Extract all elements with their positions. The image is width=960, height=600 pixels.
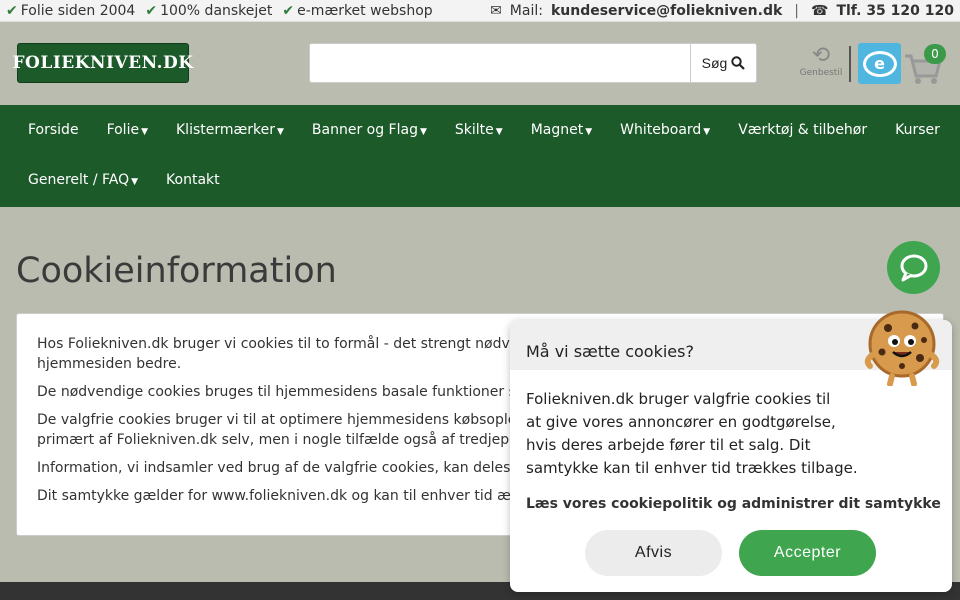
- mail-label: Mail:: [509, 2, 543, 19]
- nav-row: Generelt / FAQ ▼ Kontakt: [0, 155, 960, 205]
- chat-button[interactable]: [887, 241, 940, 294]
- nav-item-whiteboard[interactable]: Whiteboard ▼: [606, 122, 724, 138]
- nav-item-generelt-faq[interactable]: Generelt / FAQ ▼: [14, 172, 152, 188]
- nav-item-magnet[interactable]: Magnet ▼: [517, 122, 606, 138]
- nav-row: Forside Folie ▼ Klistermærker ▼ Banner og Fla…: [0, 105, 960, 155]
- header-divider: [849, 46, 851, 82]
- reorder-button[interactable]: ⟲ Genbestil: [797, 43, 845, 79]
- mail-icon: ✉: [490, 2, 502, 19]
- nav-item-label: Magnet: [530, 122, 584, 138]
- caret-down-icon: ▼: [703, 127, 711, 137]
- caret-down-icon: ▼: [419, 127, 427, 137]
- site-logo[interactable]: FOLIEKNIVEN.DK: [12, 43, 193, 83]
- nav-item-kurser[interactable]: Kurser: [881, 122, 954, 138]
- caret-down-icon: ▼: [585, 127, 593, 137]
- caret-down-icon: ▼: [276, 127, 284, 137]
- nav-item-værktøj-tilbehør[interactable]: Værktøj & tilbehør: [724, 122, 881, 138]
- nav-item-label: Whiteboard: [620, 122, 702, 138]
- nav-item-label: Banner og Flag: [311, 122, 418, 138]
- nav-item-banner-og-flag[interactable]: Banner og Flag ▼: [298, 122, 441, 138]
- search-icon: [731, 56, 746, 70]
- emark-icon: e: [862, 50, 897, 77]
- caret-down-icon: ▼: [131, 177, 139, 187]
- caret-down-icon: ▼: [495, 127, 503, 137]
- nav-item-label: Generelt / FAQ: [28, 172, 130, 188]
- cookie-dialog-body: Foliekniven.dk bruger valgfrie cookies t…: [526, 390, 858, 477]
- cookie-mascot-icon: [864, 310, 940, 386]
- search-button[interactable]: Søg: [690, 44, 756, 82]
- page-title: Cookieinformation: [16, 251, 337, 291]
- nav-item-kontakt[interactable]: Kontakt: [152, 172, 234, 188]
- nav-item-label: Værktøj & tilbehør: [738, 122, 868, 138]
- emark-badge[interactable]: e: [858, 43, 901, 84]
- nav-item-label: Forside: [28, 122, 79, 138]
- main-navigation: Forside Folie ▼ Klistermærker ▼ Banner og Fla…: [0, 105, 960, 207]
- search-button-label: Søg: [701, 55, 728, 71]
- contact-divider: |: [794, 2, 799, 19]
- cookie-buttons: Afvis Accepter: [585, 530, 876, 576]
- cart-count-badge: 0: [924, 44, 946, 64]
- nav-item-label: Kurser: [895, 122, 940, 138]
- checkmark-icon: ✔: [145, 2, 158, 19]
- nav-item-skilte[interactable]: Skilte ▼: [441, 122, 517, 138]
- nav-item-label: Folie: [106, 122, 140, 138]
- contact-info: ✉ Mail: kundeservice@foliekniven.dk | ☎ …: [490, 3, 954, 19]
- checkmark-icon: ✔: [282, 2, 295, 19]
- usp-item: ✔ Folie siden 2004: [6, 2, 136, 19]
- nav-item-klistermærker[interactable]: Klistermærker ▼: [162, 122, 298, 138]
- usp-item: ✔ e-mærket webshop: [282, 2, 433, 19]
- reorder-icon: ⟲: [811, 43, 831, 68]
- chat-icon: [900, 254, 927, 281]
- nav-item-label: Kontakt: [166, 172, 220, 188]
- nav-item-folie[interactable]: Folie ▼: [93, 122, 162, 138]
- caret-down-icon: ▼: [141, 127, 148, 137]
- phone-icon: ☎: [811, 2, 829, 19]
- reorder-label: Genbestil: [799, 68, 843, 78]
- site-header: FOLIEKNIVEN.DK Søg ⟲ Genbestil e 0: [0, 22, 960, 106]
- checkmark-icon: ✔: [6, 2, 18, 19]
- decline-button[interactable]: Afvis: [585, 530, 722, 576]
- nav-item-label: Klistermærker: [176, 122, 275, 138]
- top-info-bar: ✔ Folie siden 2004 ✔ 100% danskejet ✔ e-mær…: [0, 0, 960, 22]
- search-input[interactable]: [310, 44, 690, 82]
- search-bar: Søg: [309, 43, 757, 83]
- accept-button[interactable]: Accepter: [739, 530, 876, 576]
- usp-list: ✔ Folie siden 2004 ✔ 100% danskejet ✔ e-mær…: [6, 3, 433, 19]
- nav-item-forside[interactable]: Forside: [14, 122, 93, 138]
- nav-item-label: Skilte: [454, 122, 494, 138]
- mail-link[interactable]: kundeservice@foliekniven.dk: [551, 3, 782, 19]
- cookie-policy-link[interactable]: Læs vores cookiepolitik og administrer d…: [510, 480, 952, 512]
- phone-link[interactable]: Tlf. 35 120 120: [836, 3, 954, 19]
- usp-item: ✔ 100% danskejet: [145, 2, 273, 19]
